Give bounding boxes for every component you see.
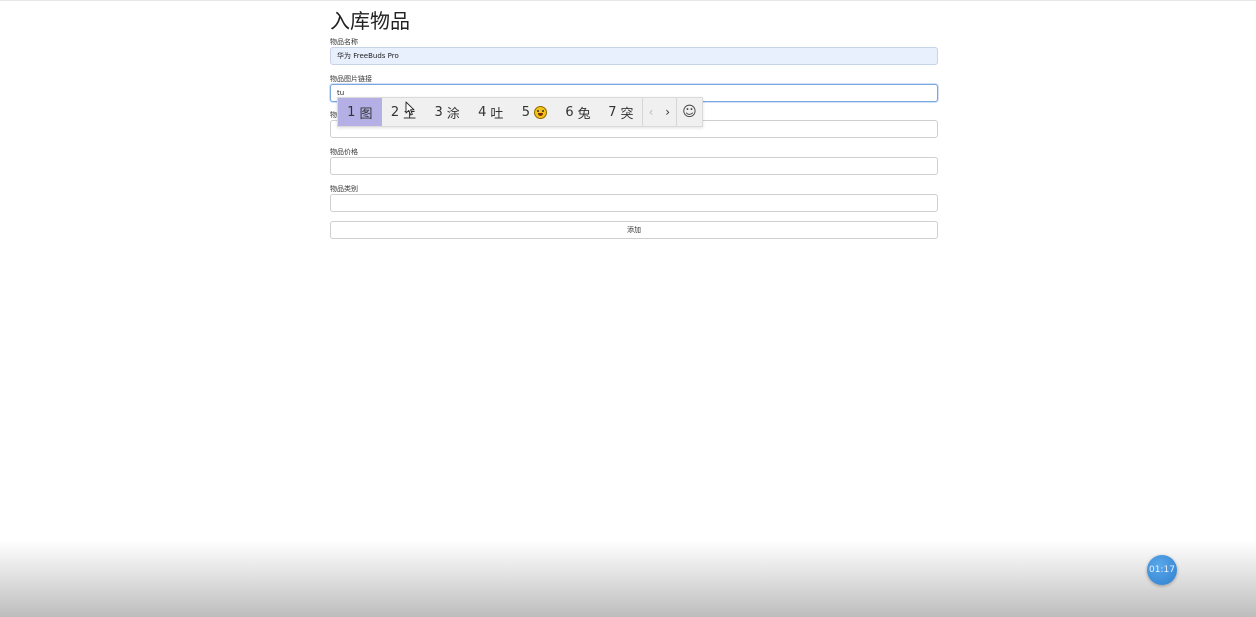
mouse-pointer-icon xyxy=(405,101,415,116)
chevron-left-icon[interactable]: ‹ xyxy=(643,98,660,126)
add-button[interactable]: 添加 xyxy=(330,221,938,239)
ime-candidate-number: 7 xyxy=(608,104,617,120)
bottom-shadow xyxy=(0,540,1256,617)
ime-candidate-6[interactable]: 6 兔 xyxy=(556,98,600,126)
item-image-url-label: 物品图片链接 xyxy=(330,75,372,83)
ime-candidate-text: 涂 xyxy=(446,106,460,122)
ime-candidate-bar: 1 图 2 土 3 涂 4 吐 5 6 兔 7 突 ‹ › ☺ xyxy=(337,97,703,127)
ime-candidate-number: 2 xyxy=(390,104,400,120)
top-border xyxy=(0,0,1256,1)
item-price-input[interactable] xyxy=(330,157,938,175)
field-item-name: 物品名称 xyxy=(330,37,938,65)
ime-candidate-4[interactable]: 4 吐 xyxy=(469,98,513,126)
ime-candidate-text: 兔 xyxy=(577,106,591,122)
field-item-category: 物品类别 xyxy=(330,184,938,212)
ime-candidate-7[interactable]: 7 突 xyxy=(600,98,642,126)
ime-candidate-number: 5 xyxy=(521,104,531,120)
page: 入库物品 物品名称 物品图片链接 物 物品价格 物品类别 添加 1 图 xyxy=(0,0,1256,617)
ime-candidate-text: 吐 xyxy=(490,106,504,122)
page-title: 入库物品 xyxy=(330,9,410,33)
grinning-emoji-icon xyxy=(534,105,548,119)
ime-candidate-number: 1 xyxy=(347,104,356,120)
item-category-input[interactable] xyxy=(330,194,938,212)
ime-candidate-number: 6 xyxy=(565,104,574,120)
item-name-input[interactable] xyxy=(330,47,938,65)
emoji-smile-icon[interactable]: ☺ xyxy=(677,98,702,126)
field-item-price: 物品价格 xyxy=(330,147,938,175)
item-category-label: 物品类别 xyxy=(330,185,358,193)
ime-candidate-number: 3 xyxy=(434,104,443,120)
ime-candidate-text: 图 xyxy=(359,106,373,122)
ime-candidate-3[interactable]: 3 涂 xyxy=(425,98,469,126)
ime-candidate-text: 突 xyxy=(620,106,634,122)
timer-badge[interactable]: 01:17 xyxy=(1147,555,1177,585)
ime-candidate-number: 4 xyxy=(478,104,487,120)
add-item-form: 入库物品 物品名称 物品图片链接 物 物品价格 物品类别 添加 xyxy=(330,6,938,239)
item-name-label: 物品名称 xyxy=(330,38,358,46)
ime-candidate-5[interactable]: 5 xyxy=(513,98,557,126)
chevron-right-icon[interactable]: › xyxy=(659,98,676,126)
ime-candidate-1[interactable]: 1 图 xyxy=(338,98,382,126)
item-price-label: 物品价格 xyxy=(330,148,358,156)
ime-candidate-2[interactable]: 2 土 xyxy=(382,98,426,126)
